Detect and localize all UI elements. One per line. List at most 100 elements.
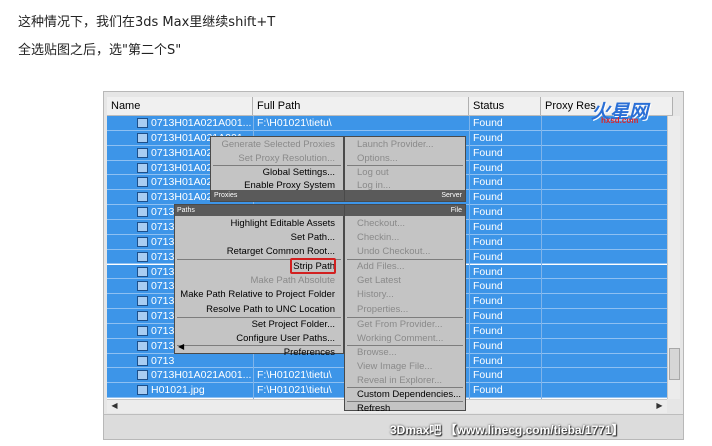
cell-status: Found: [473, 131, 503, 144]
cell-name: 0713H01A021A001...: [151, 117, 252, 129]
menu-item-set-proxy-resolution[interactable]: Set Proxy Resolution...: [211, 152, 335, 166]
cell-status: Found: [473, 206, 503, 219]
article-line-2: 全选贴图之后，选"第二个S": [18, 43, 182, 58]
menu-item-make-path-relative-to-project-folder[interactable]: Make Path Relative to Project Folder: [175, 288, 335, 302]
menu-separator: [177, 317, 341, 318]
menu-separator: [347, 317, 463, 318]
cell-status: Found: [473, 250, 503, 263]
menu-title-server: Server: [345, 190, 465, 201]
menu-separator: [177, 345, 341, 346]
menu-item-configure-user-paths[interactable]: Configure User Paths...: [175, 332, 335, 346]
cell-name: 0713H01A021A001...: [151, 369, 252, 382]
cell-status: Found: [473, 176, 503, 189]
cell-status: Found: [473, 146, 503, 159]
hxsd-logo: 火星网 hxsd.com: [569, 97, 681, 125]
menu-item-launch-provider[interactable]: Launch Provider...: [357, 138, 434, 152]
image-file-icon: [137, 118, 148, 128]
menu-item-global-settings[interactable]: Global Settings...: [211, 166, 335, 180]
scrollbar-thumb[interactable]: [669, 348, 680, 380]
submenu-arrow-icon: ◀: [178, 342, 185, 351]
menu-title-file: File: [345, 205, 465, 216]
cell-status: Found: [473, 191, 503, 204]
asset-tracking-screenshot: Name Full Path Status Proxy Res 0713H01A…: [103, 91, 684, 440]
cell-path: F:\H01021\tietu\: [257, 117, 332, 129]
cell-status: Found: [473, 265, 503, 278]
cell-status: Found: [473, 369, 503, 382]
menu-separator: [347, 345, 463, 346]
image-file-icon: [137, 311, 148, 322]
column-header-full-path[interactable]: Full Path: [253, 97, 469, 115]
watermark: 3Dmax吧 【www.linecg.com/tieba/1771】: [390, 423, 624, 437]
menu-separator: [347, 401, 463, 402]
menu-item-make-path-absolute[interactable]: Make Path Absolute: [175, 274, 336, 288]
menu-item-set-path[interactable]: Set Path...: [175, 231, 335, 245]
column-divider: [469, 116, 470, 399]
menu-panel-paths: Paths Highlight Editable Assets Set Path.…: [174, 204, 345, 358]
image-file-icon: [137, 266, 148, 277]
menu-item-refresh[interactable]: Refresh: [357, 402, 390, 416]
menu-item-set-project-folder[interactable]: Set Project Folder...: [175, 318, 335, 332]
menu-item-browse[interactable]: Browse...: [357, 346, 397, 360]
cell-name: H01021.jpg: [151, 384, 205, 397]
menu-panel-file: File Checkout... Checkin... Undo Checkout.…: [344, 204, 466, 414]
image-file-icon: [137, 177, 148, 188]
scroll-left-arrow-icon[interactable]: ◀: [109, 401, 120, 411]
cell-status: Found: [473, 117, 503, 129]
strip-path-highlight: [290, 258, 336, 274]
menu-item-checkout[interactable]: Checkout...: [357, 217, 405, 231]
image-file-icon: [137, 281, 148, 292]
menu-item-get-latest[interactable]: Get Latest: [357, 274, 401, 288]
image-file-icon: [137, 207, 148, 218]
menu-item-undo-checkout[interactable]: Undo Checkout...: [357, 245, 430, 259]
menu-item-view-image-file[interactable]: View Image File...: [357, 360, 432, 374]
menu-item-log-out[interactable]: Log out: [357, 166, 389, 180]
menu-item-working-comment[interactable]: Working Comment...: [357, 332, 443, 346]
cell-status: Found: [473, 339, 503, 352]
cell-status: Found: [473, 161, 503, 174]
menu-item-preferences[interactable]: Preferences: [175, 346, 335, 360]
image-file-icon: [137, 385, 148, 396]
menu-item-options[interactable]: Options...: [357, 152, 398, 166]
cell-status: Found: [473, 324, 503, 337]
menu-panel-server: Launch Provider... Options... Log out Log i…: [344, 136, 466, 202]
column-header-status[interactable]: Status: [469, 97, 541, 115]
menu-item-history[interactable]: History...: [357, 288, 394, 302]
cell-status: Found: [473, 220, 503, 233]
menu-item-generate-selected-proxies[interactable]: Generate Selected Proxies: [211, 138, 335, 152]
menu-item-get-from-provider[interactable]: Get From Provider...: [357, 318, 443, 332]
article-line-1: 这种情况下，我们在3ds Max里继续shift+T: [18, 15, 276, 30]
image-file-icon: [137, 147, 148, 158]
column-divider: [541, 116, 542, 399]
menu-item-add-files[interactable]: Add Files...: [357, 260, 405, 274]
menu-item-checkin[interactable]: Checkin...: [357, 231, 399, 245]
menu-item-custom-dependencies[interactable]: Custom Dependencies...: [357, 388, 461, 402]
cell-status: Found: [473, 310, 503, 323]
menu-separator: [347, 259, 463, 260]
cell-status: Found: [473, 384, 503, 397]
menu-item-resolve-path-to-unc-location[interactable]: Resolve Path to UNC Location: [175, 303, 335, 317]
image-file-icon: [137, 296, 148, 307]
image-file-icon: [137, 192, 148, 203]
menu-item-reveal-in-explorer[interactable]: Reveal in Explorer...: [357, 374, 442, 388]
image-file-icon: [137, 236, 148, 247]
menu-item-highlight-editable-assets[interactable]: Highlight Editable Assets: [175, 217, 335, 231]
menu-item-retarget-common-root[interactable]: Retarget Common Root...: [175, 245, 335, 259]
menu-separator: [213, 165, 341, 166]
scroll-right-arrow-icon[interactable]: ▶: [654, 401, 665, 411]
menu-separator: [347, 387, 463, 388]
column-header-name[interactable]: Name: [107, 97, 253, 115]
cell-status: Found: [473, 235, 503, 248]
cell-status: Found: [473, 280, 503, 293]
cell-status: Found: [473, 354, 503, 367]
menu-item-properties[interactable]: Properties...: [357, 303, 408, 317]
menu-title-proxies: Proxies: [211, 190, 346, 201]
image-file-icon: [137, 355, 148, 366]
image-file-icon: [137, 340, 148, 351]
menu-panel-proxies: Generate Selected Proxies Set Proxy Resol…: [210, 136, 346, 202]
image-file-icon: [137, 251, 148, 262]
image-file-icon: [137, 370, 148, 381]
menu-title-paths: Paths: [175, 205, 345, 216]
image-file-icon: [137, 132, 148, 143]
image-file-icon: [137, 162, 148, 173]
vertical-scrollbar[interactable]: [667, 116, 680, 399]
